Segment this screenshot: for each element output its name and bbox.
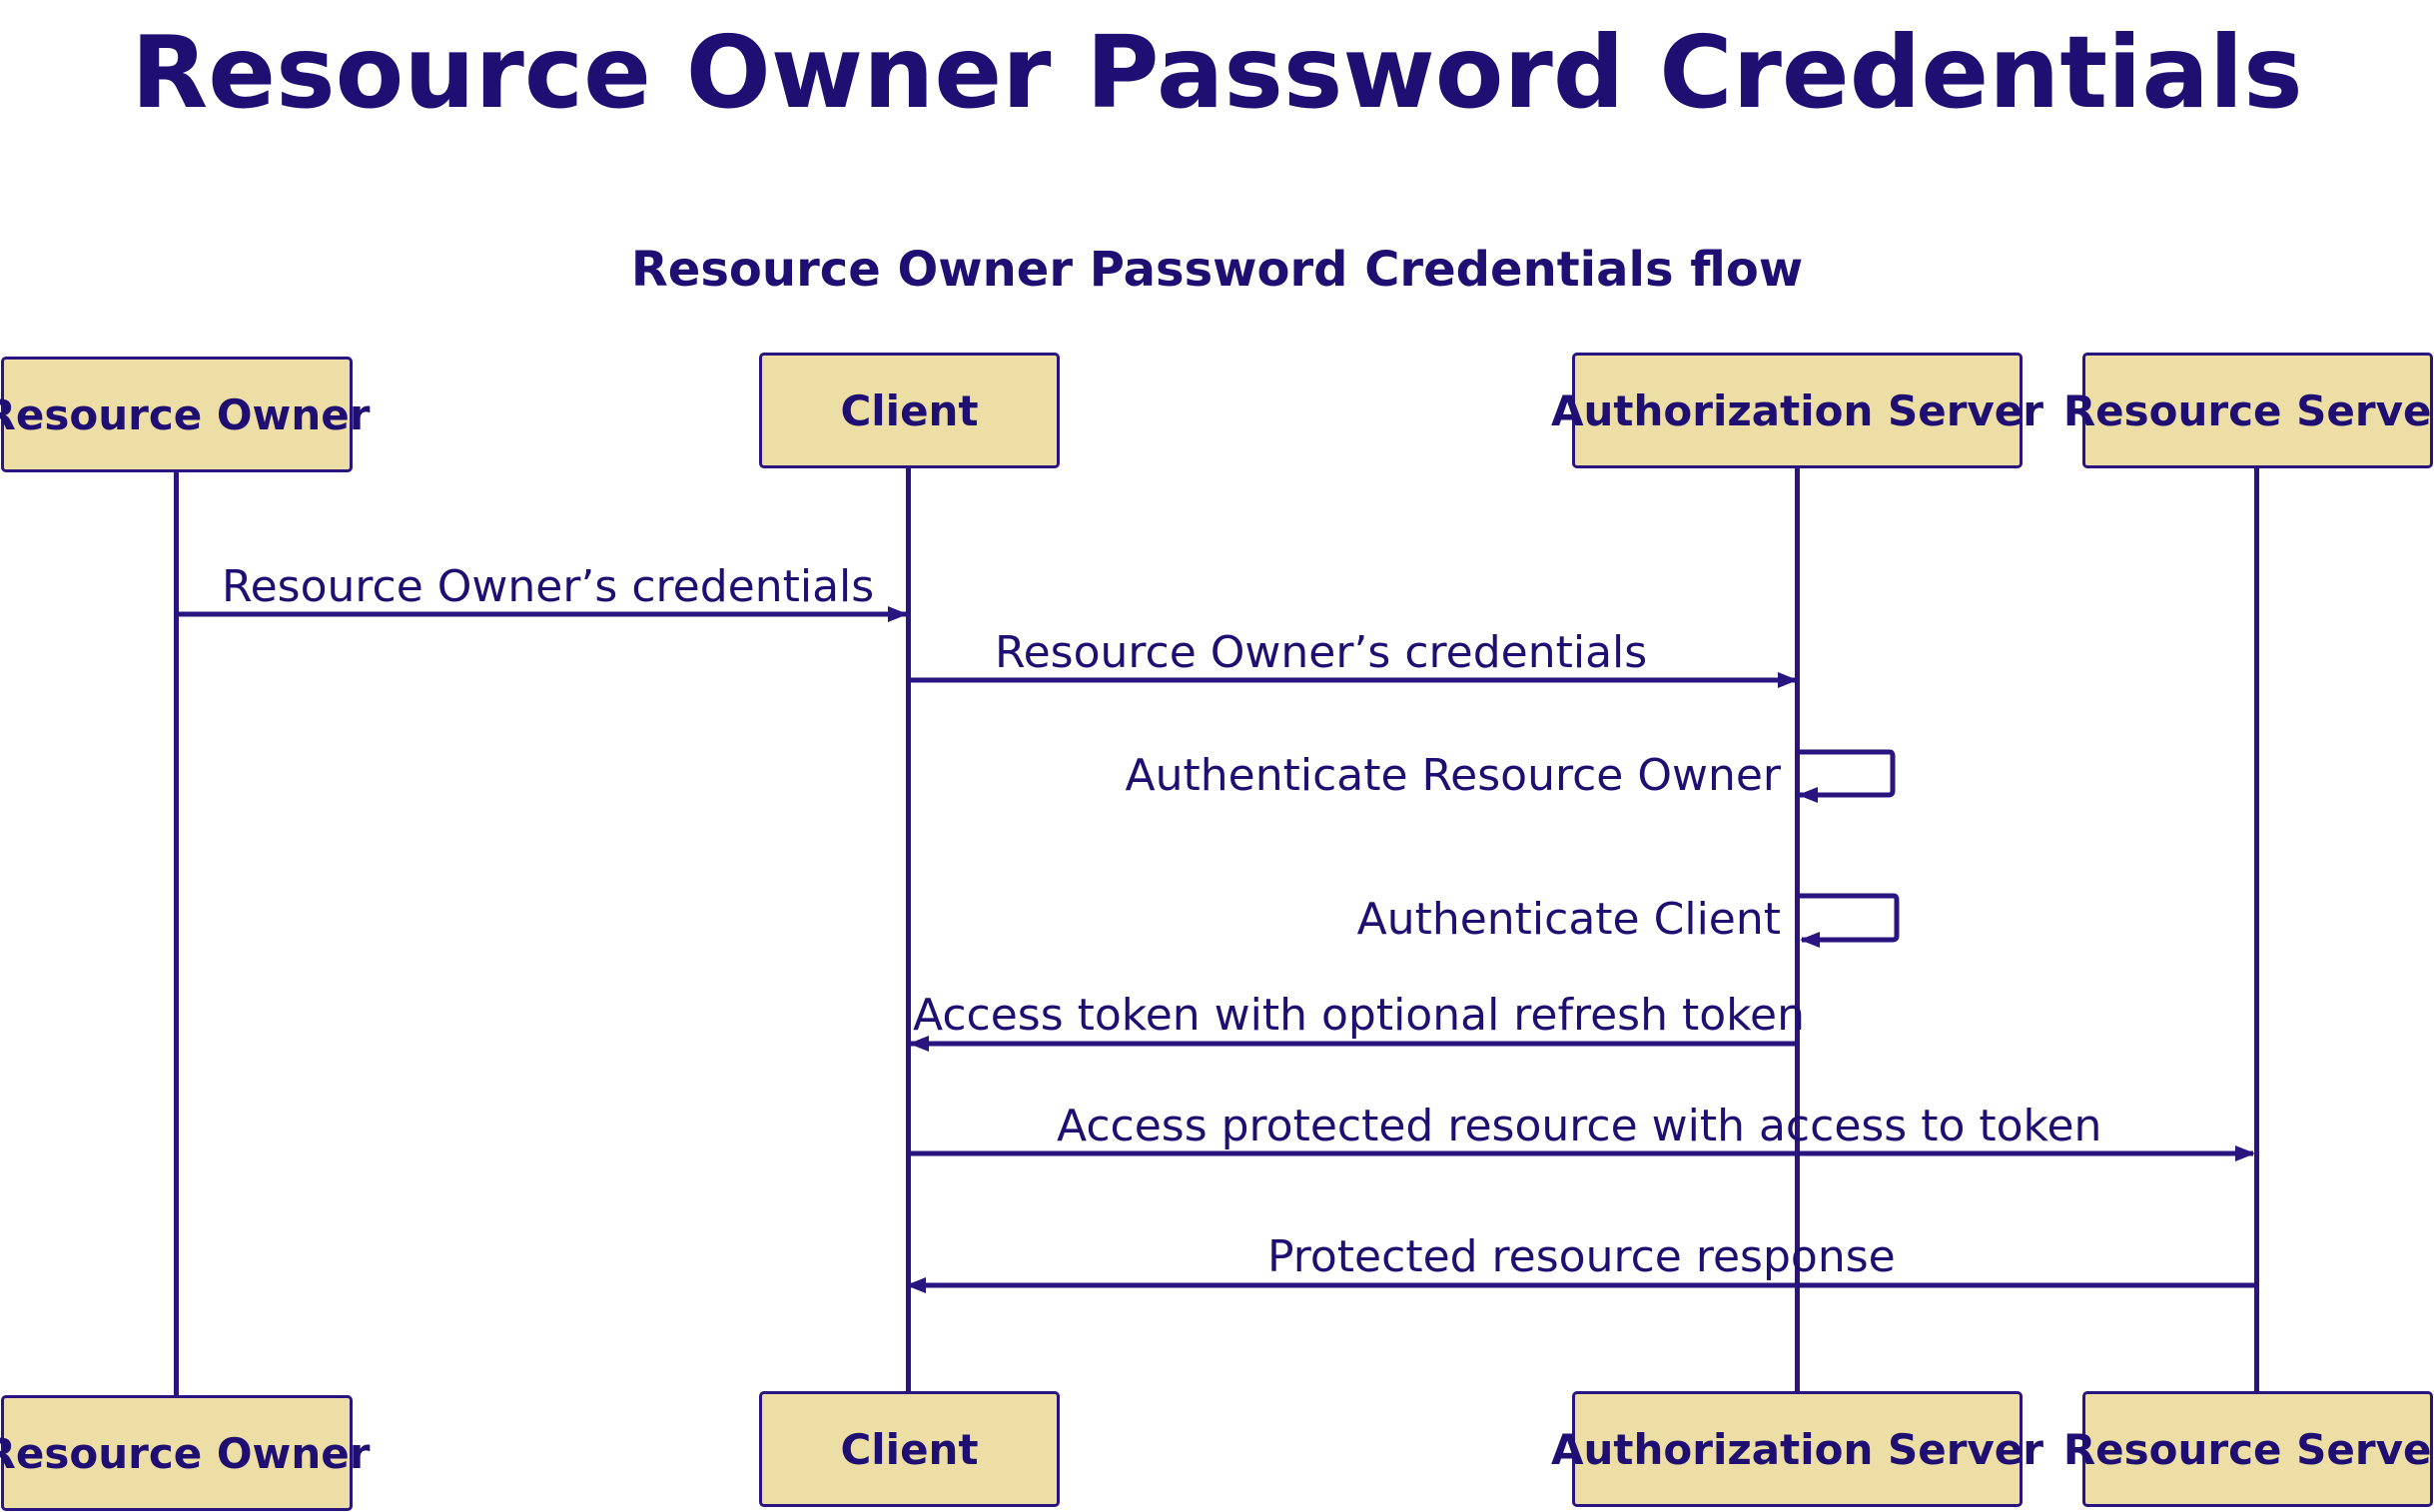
message-label-authenticate-resource-owner: Authenticate Resource Owner — [1125, 750, 1781, 801]
arrow-authenticate-resource-owner — [1798, 749, 1896, 803]
message-label-credentials-2: Resource Owner’s credentials — [995, 627, 1648, 678]
message-label-access-protected-resource: Access protected resource with access to… — [1057, 1101, 2102, 1151]
arrow-authenticate-client — [1798, 893, 1900, 948]
message-label-authenticate-client: Authenticate Client — [1356, 894, 1781, 945]
message-label-access-token: Access token with optional refresh token — [913, 990, 1805, 1041]
message-label-credentials-1: Resource Owner’s credentials — [222, 561, 875, 612]
message-label-protected-resource-response: Protected resource response — [1267, 1231, 1896, 1282]
